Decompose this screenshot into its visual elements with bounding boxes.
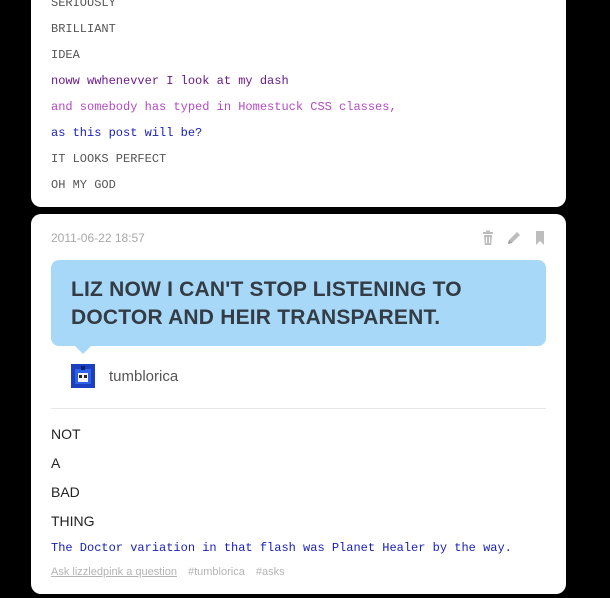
previous-post-line: SERIOUSLY <box>51 0 116 10</box>
answer-line: BAD <box>51 484 80 500</box>
answer-line: A <box>51 455 61 471</box>
tag-link[interactable]: #tumblorica <box>188 566 245 578</box>
question-bubble: LIZ NOW I CAN'T STOP LISTENING TO DOCTOR… <box>51 260 546 354</box>
post-footer: Ask lizzledpink a question #tumblorica #… <box>51 566 285 578</box>
previous-post-line: IDEA <box>51 48 80 62</box>
ask-link[interactable]: Ask lizzledpink a question <box>51 566 177 578</box>
answer-note: The Doctor variation in that flash was P… <box>51 541 512 555</box>
ask-post-card: 2011-06-22 18:57 LIZ NOW I CAN'T STOP LI… <box>31 214 566 594</box>
previous-post-line: and somebody has typed in Homestuck CSS … <box>51 100 397 114</box>
avatar[interactable] <box>71 364 95 388</box>
post-timestamp[interactable]: 2011-06-22 18:57 <box>51 231 145 245</box>
divider <box>51 408 546 409</box>
previous-post-card: SERIOUSLY BRILLIANT IDEA noww wwhenevver… <box>31 0 566 207</box>
bubble-tail <box>75 346 91 354</box>
previous-post-line: noww wwhenevver I look at my dash <box>51 74 289 88</box>
previous-post-line: OH MY GOD <box>51 178 116 192</box>
previous-post-line: BRILLIANT <box>51 22 116 36</box>
answer-line: THING <box>51 513 95 529</box>
asker: tumblorica <box>71 364 178 388</box>
pencil-icon[interactable] <box>506 230 522 246</box>
previous-post-line: as this post will be? <box>51 126 203 140</box>
question-text: LIZ NOW I CAN'T STOP LISTENING TO DOCTOR… <box>71 278 462 329</box>
asker-name[interactable]: tumblorica <box>109 368 178 385</box>
bookmark-icon[interactable] <box>532 230 548 246</box>
tag-link[interactable]: #asks <box>256 566 285 578</box>
previous-post-line: IT LOOKS PERFECT <box>51 152 167 166</box>
answer-line: NOT <box>51 426 81 442</box>
trash-icon[interactable] <box>480 230 496 246</box>
post-controls <box>480 230 548 246</box>
